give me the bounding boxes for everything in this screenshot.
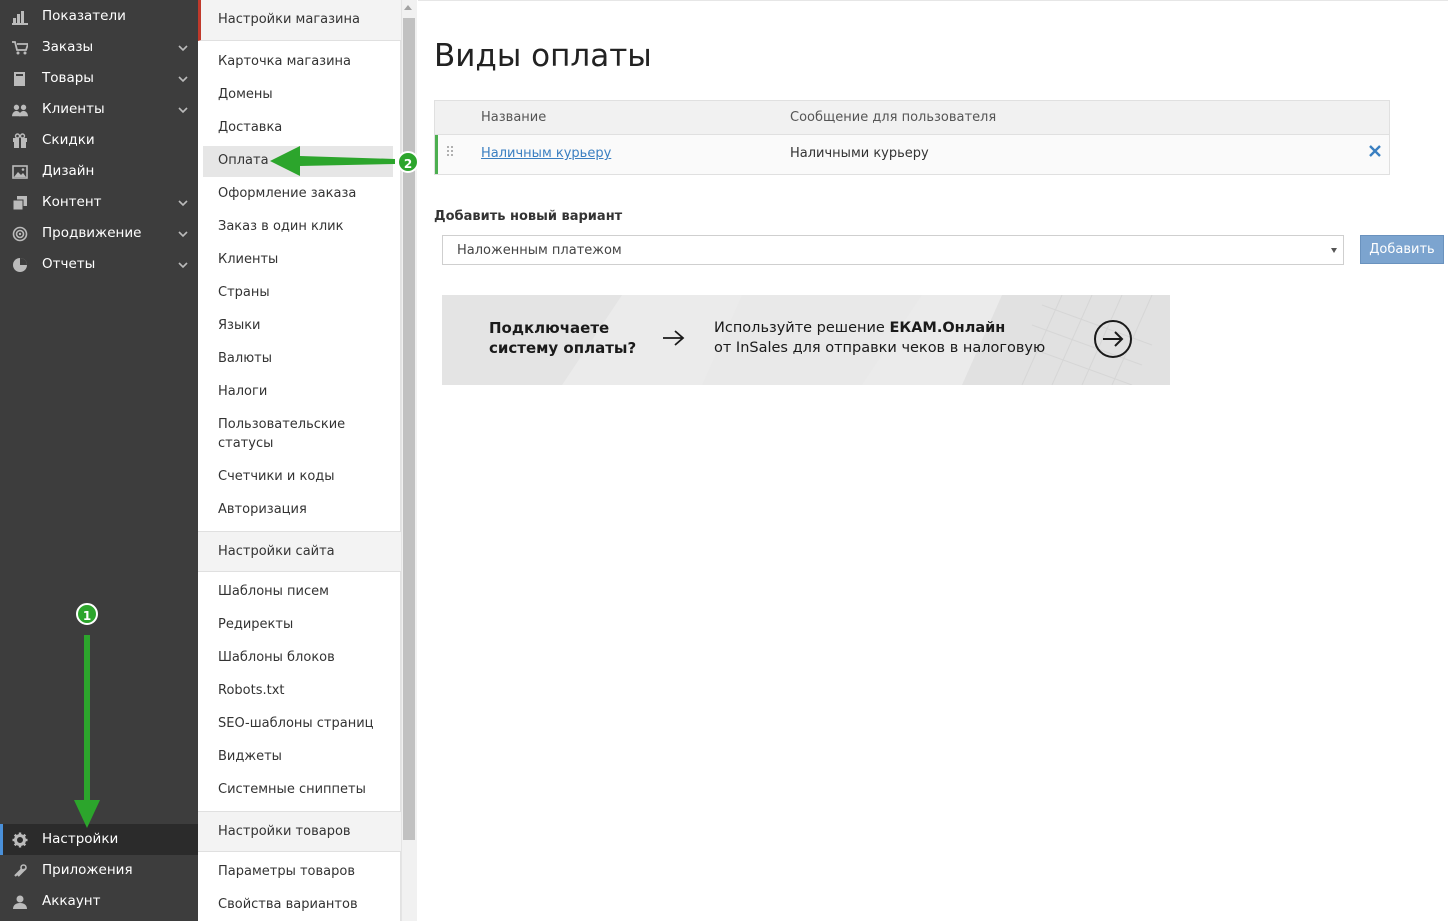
admin-page: Показатели Заказы Товары Клиенты Скидки …: [0, 0, 1448, 921]
step-badge-1: 1: [76, 603, 98, 625]
step-badge-2: 2: [397, 151, 419, 173]
annotation-arrows: [74, 146, 395, 828]
